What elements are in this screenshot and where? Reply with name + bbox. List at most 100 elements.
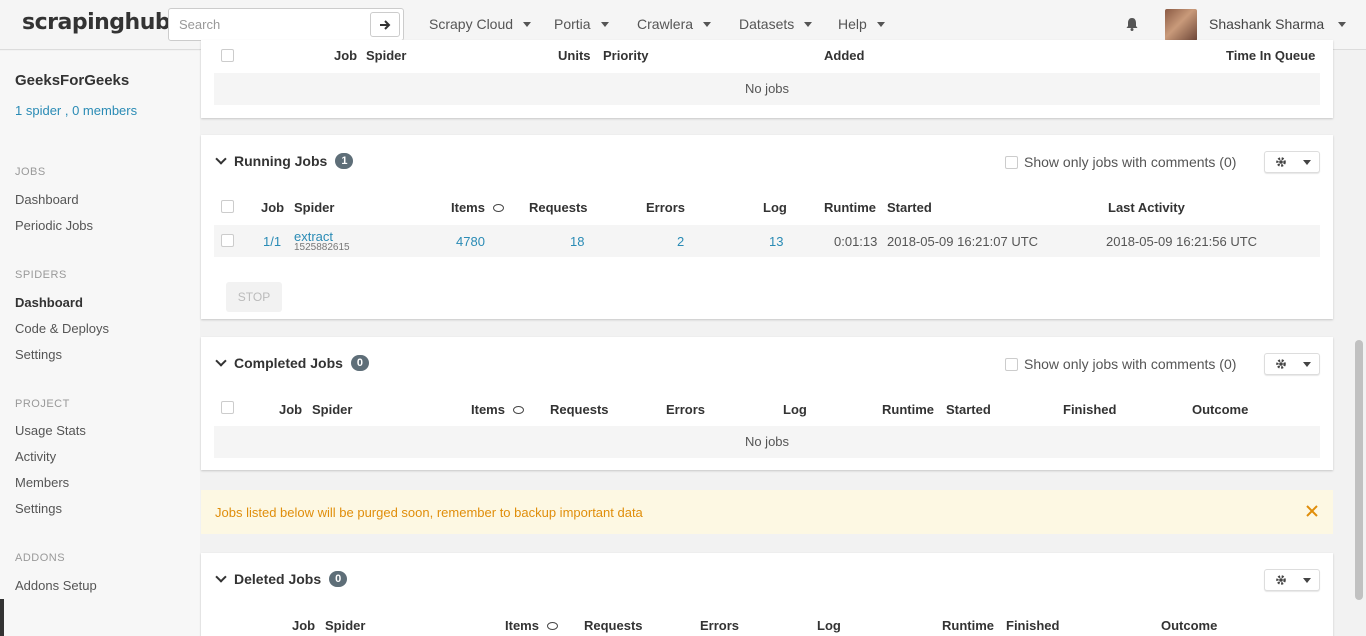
comment-icon bbox=[492, 203, 504, 212]
search-submit-button[interactable] bbox=[370, 12, 400, 37]
col-spider[interactable]: Spider bbox=[294, 200, 334, 215]
chevron-down-icon bbox=[1303, 361, 1311, 367]
running-jobs-toggle[interactable]: Running Jobs 1 bbox=[215, 152, 354, 169]
select-all-completed-checkbox[interactable] bbox=[221, 401, 234, 414]
last-activity-value: 2018-05-09 16:21:56 UTC bbox=[1106, 234, 1258, 249]
col-runtime[interactable]: Runtime bbox=[882, 402, 934, 417]
completed-empty-message: No jobs bbox=[214, 426, 1320, 458]
sidebar: GeeksForGeeks 1 spider , 0 members JOBS … bbox=[0, 51, 200, 636]
col-job[interactable]: Job bbox=[292, 618, 315, 633]
col-job[interactable]: Job bbox=[279, 402, 302, 417]
nav-portia[interactable]: Portia bbox=[554, 16, 609, 32]
comments-filter-checkbox[interactable] bbox=[1005, 155, 1018, 169]
comments-filter-checkbox[interactable] bbox=[1005, 357, 1018, 371]
col-spider[interactable]: Spider bbox=[366, 48, 406, 63]
col-job[interactable]: Job bbox=[261, 200, 284, 215]
pending-empty-message: No jobs bbox=[214, 73, 1320, 105]
bell-icon[interactable] bbox=[1124, 16, 1140, 32]
col-time-in-queue[interactable]: Time In Queue bbox=[1226, 48, 1315, 63]
deleted-jobs-title: Deleted Jobs bbox=[234, 571, 322, 587]
sidebar-heading-project: PROJECT bbox=[15, 398, 70, 410]
select-all-pending-checkbox[interactable] bbox=[221, 49, 234, 62]
scrapinghub-logo[interactable]: scrapinghub bbox=[22, 10, 171, 35]
comment-icon bbox=[512, 405, 524, 414]
col-items[interactable]: Items bbox=[505, 618, 558, 633]
sidebar-item-usage-stats[interactable]: Usage Stats bbox=[15, 423, 86, 438]
col-errors[interactable]: Errors bbox=[700, 618, 739, 633]
col-items[interactable]: Items bbox=[451, 200, 504, 215]
completed-comments-filter[interactable]: Show only jobs with comments (0) bbox=[1005, 356, 1236, 372]
completed-jobs-toggle[interactable]: Completed Jobs 0 bbox=[215, 354, 370, 371]
col-spider[interactable]: Spider bbox=[325, 618, 365, 633]
sidebar-item-code-deploys[interactable]: Code & Deploys bbox=[15, 321, 109, 336]
completed-settings-dropdown[interactable] bbox=[1264, 353, 1320, 375]
running-settings-dropdown[interactable] bbox=[1264, 151, 1320, 173]
completed-jobs-title: Completed Jobs bbox=[234, 355, 343, 371]
started-value: 2018-05-09 16:21:07 UTC bbox=[887, 234, 1039, 249]
row-select-checkbox[interactable] bbox=[221, 234, 234, 247]
col-log[interactable]: Log bbox=[817, 618, 841, 633]
errors-count-link[interactable]: 2 bbox=[677, 234, 684, 249]
avatar[interactable] bbox=[1165, 9, 1197, 41]
search-input[interactable] bbox=[169, 9, 369, 40]
chevron-down-icon bbox=[703, 21, 712, 27]
pending-jobs-panel: Job Spider Units Priority Added Time In … bbox=[201, 40, 1333, 118]
log-count-link[interactable]: 13 bbox=[769, 234, 783, 249]
select-all-running-checkbox[interactable] bbox=[221, 200, 234, 213]
col-spider[interactable]: Spider bbox=[312, 402, 352, 417]
col-started[interactable]: Started bbox=[946, 402, 991, 417]
col-outcome[interactable]: Outcome bbox=[1192, 402, 1248, 417]
sidebar-item-periodic-jobs[interactable]: Periodic Jobs bbox=[15, 218, 93, 233]
nav-scrapy-cloud[interactable]: Scrapy Cloud bbox=[429, 16, 532, 32]
sidebar-item-spiders-settings[interactable]: Settings bbox=[15, 347, 62, 362]
nav-crawlera[interactable]: Crawlera bbox=[637, 16, 712, 32]
job-id-link[interactable]: 1/1 bbox=[263, 234, 281, 249]
col-errors[interactable]: Errors bbox=[666, 402, 705, 417]
deleted-settings-dropdown[interactable] bbox=[1264, 569, 1320, 591]
chevron-down-icon bbox=[600, 21, 609, 27]
nav-datasets[interactable]: Datasets bbox=[739, 16, 813, 32]
col-finished[interactable]: Finished bbox=[1063, 402, 1116, 417]
requests-count-link[interactable]: 18 bbox=[570, 234, 584, 249]
sidebar-item-spiders-dashboard[interactable]: Dashboard bbox=[15, 295, 83, 310]
sidebar-edge-marker bbox=[0, 599, 4, 636]
col-last-activity[interactable]: Last Activity bbox=[1108, 200, 1185, 215]
col-priority[interactable]: Priority bbox=[603, 48, 649, 63]
col-requests[interactable]: Requests bbox=[550, 402, 609, 417]
chevron-down-icon bbox=[876, 21, 885, 27]
col-runtime[interactable]: Runtime bbox=[824, 200, 876, 215]
close-icon[interactable] bbox=[1305, 504, 1319, 518]
chevron-down-icon bbox=[1338, 21, 1347, 27]
col-started[interactable]: Started bbox=[887, 200, 932, 215]
col-log[interactable]: Log bbox=[763, 200, 787, 215]
sidebar-item-members[interactable]: Members bbox=[15, 475, 69, 490]
col-requests[interactable]: Requests bbox=[529, 200, 588, 215]
project-meta-link[interactable]: 1 spider , 0 members bbox=[15, 103, 137, 118]
col-finished[interactable]: Finished bbox=[1006, 618, 1059, 633]
col-outcome[interactable]: Outcome bbox=[1161, 618, 1217, 633]
col-job[interactable]: Job bbox=[334, 48, 357, 63]
page-scrollbar[interactable] bbox=[1355, 340, 1363, 600]
deleted-jobs-toggle[interactable]: Deleted Jobs 0 bbox=[215, 570, 348, 587]
running-jobs-title: Running Jobs bbox=[234, 153, 328, 169]
col-added[interactable]: Added bbox=[824, 48, 864, 63]
sidebar-item-project-settings[interactable]: Settings bbox=[15, 501, 62, 516]
project-name[interactable]: GeeksForGeeks bbox=[15, 72, 129, 89]
col-items[interactable]: Items bbox=[471, 402, 524, 417]
spider-version: 1525882615 bbox=[294, 242, 350, 253]
deleted-jobs-count-badge: 0 bbox=[329, 571, 348, 587]
col-errors[interactable]: Errors bbox=[646, 200, 685, 215]
col-requests[interactable]: Requests bbox=[584, 618, 643, 633]
sidebar-item-addons-setup[interactable]: Addons Setup bbox=[15, 578, 97, 593]
col-units[interactable]: Units bbox=[558, 48, 591, 63]
col-log[interactable]: Log bbox=[783, 402, 807, 417]
running-comments-filter[interactable]: Show only jobs with comments (0) bbox=[1005, 154, 1236, 170]
user-menu[interactable]: Shashank Sharma bbox=[1209, 16, 1347, 32]
gear-icon bbox=[1276, 157, 1286, 167]
items-count-link[interactable]: 4780 bbox=[456, 234, 485, 249]
stop-button[interactable]: STOP bbox=[226, 282, 282, 312]
col-runtime[interactable]: Runtime bbox=[942, 618, 994, 633]
sidebar-item-activity[interactable]: Activity bbox=[15, 449, 56, 464]
nav-help[interactable]: Help bbox=[838, 16, 885, 32]
sidebar-item-jobs-dashboard[interactable]: Dashboard bbox=[15, 192, 79, 207]
